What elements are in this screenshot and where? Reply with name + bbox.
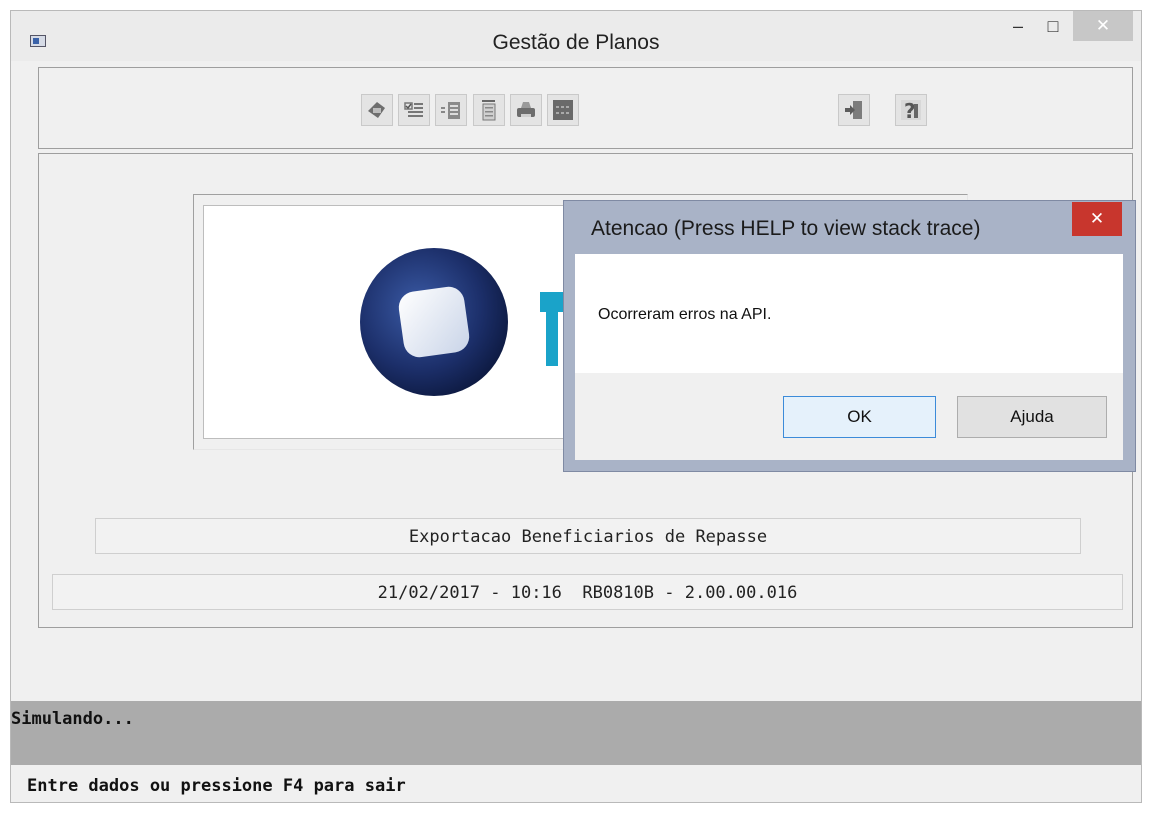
- close-button[interactable]: ✕: [1073, 11, 1133, 41]
- build-info: 21/02/2017 - 10:16 RB0810B - 2.00.00.016: [52, 574, 1123, 610]
- maximize-button[interactable]: □: [1039, 11, 1067, 41]
- form-icon[interactable]: [361, 94, 393, 126]
- status-bar: Simulando...: [11, 701, 1141, 765]
- help-icon[interactable]: ?: [895, 94, 927, 126]
- ok-button[interactable]: OK: [783, 396, 936, 438]
- dialog-message: Ocorreram erros na API.: [598, 306, 772, 323]
- program-title: Exportacao Beneficiarios de Repasse: [95, 518, 1081, 554]
- exit-icon[interactable]: [838, 94, 870, 126]
- grid-icon[interactable]: [547, 94, 579, 126]
- toolbar: ?: [38, 67, 1133, 149]
- status-message: Simulando...: [11, 709, 134, 729]
- minimize-button[interactable]: –: [1003, 11, 1033, 41]
- document-icon[interactable]: [473, 94, 505, 126]
- error-dialog: Atencao (Press HELP to view stack trace)…: [563, 200, 1136, 472]
- printer-icon[interactable]: [510, 94, 542, 126]
- title-bar[interactable]: Gestão de Planos – □ ✕: [11, 11, 1141, 61]
- prompt-text: Entre dados ou pressione F4 para sair: [27, 776, 406, 796]
- insert-icon[interactable]: [435, 94, 467, 126]
- dialog-body: Ocorreram erros na API. OK Ajuda: [575, 254, 1123, 460]
- dialog-message-area: Ocorreram erros na API.: [575, 254, 1123, 373]
- svg-text:?: ?: [904, 99, 916, 122]
- dialog-close-button[interactable]: ✕: [1072, 202, 1122, 236]
- checklist-icon[interactable]: [398, 94, 430, 126]
- help-button[interactable]: Ajuda: [957, 396, 1107, 438]
- dialog-title: Atencao (Press HELP to view stack trace): [591, 217, 981, 240]
- window-title: Gestão de Planos: [492, 31, 660, 54]
